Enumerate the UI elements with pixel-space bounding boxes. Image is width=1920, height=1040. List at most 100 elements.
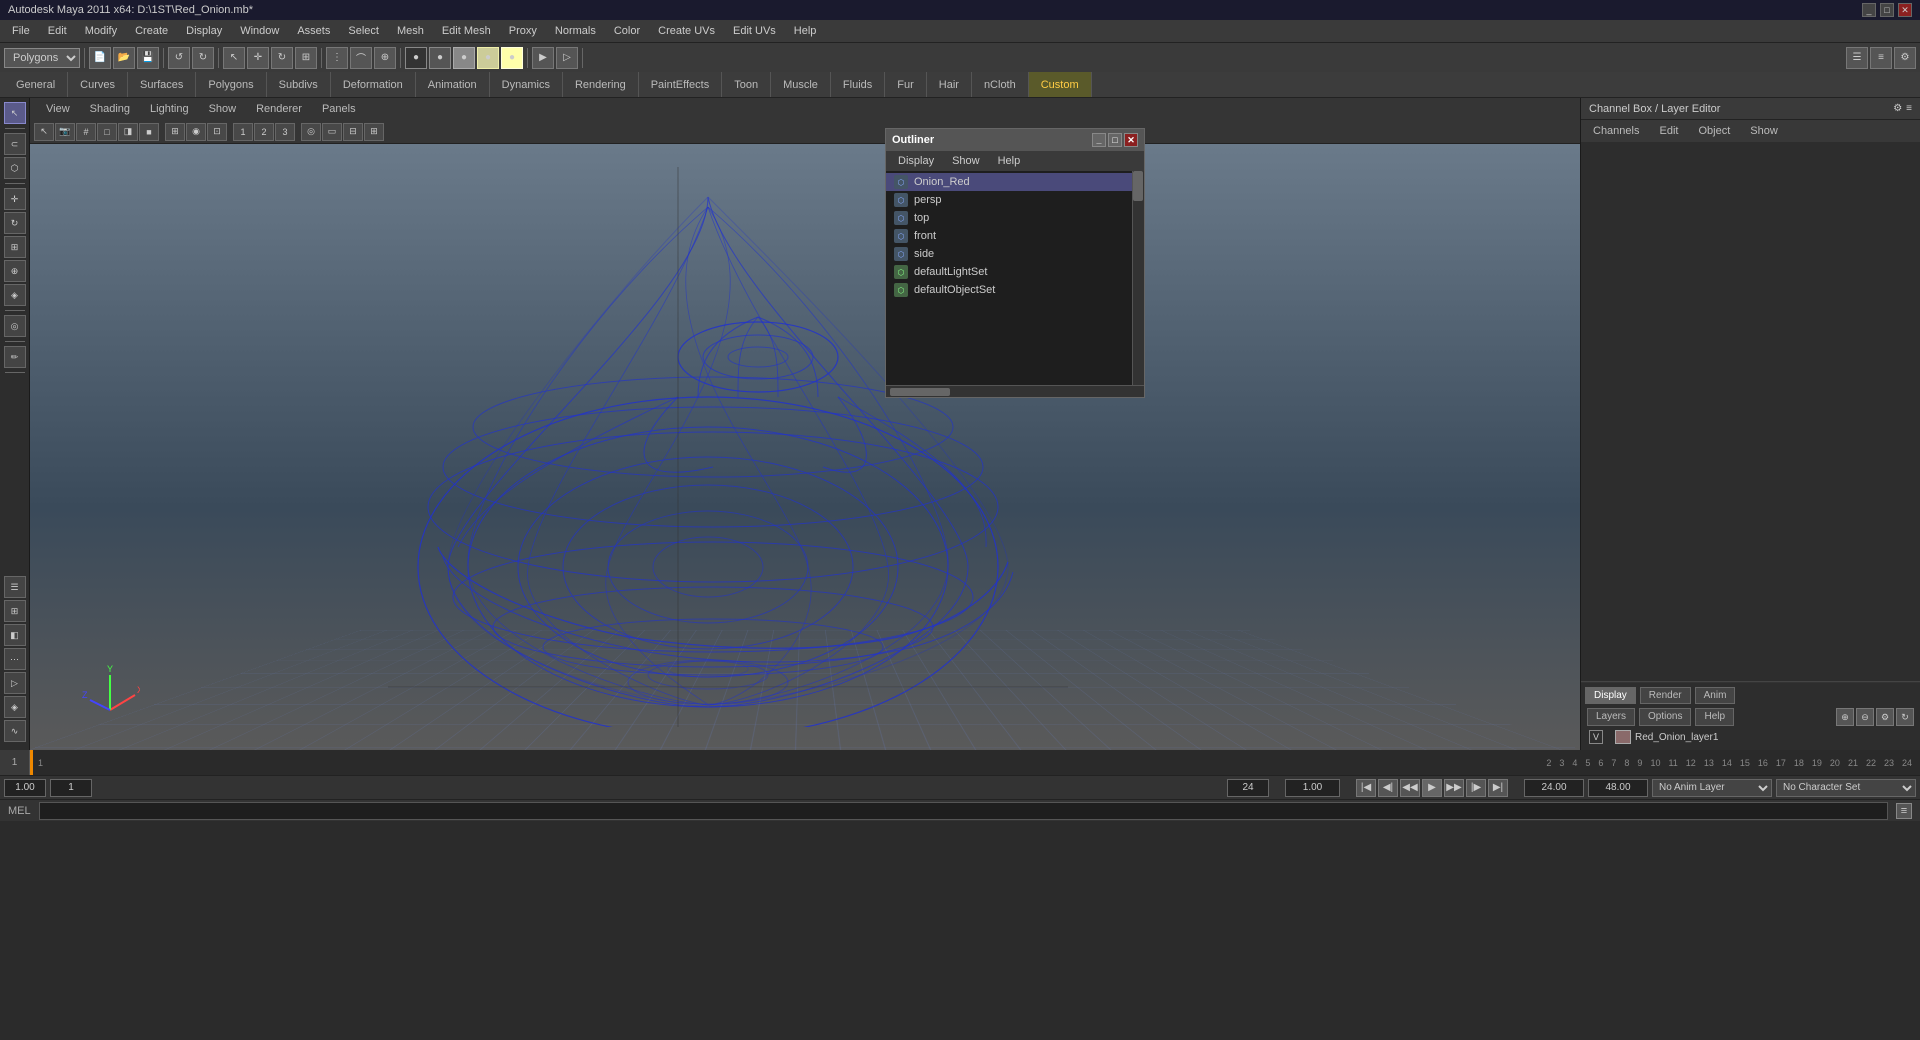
outliner-display-menu[interactable]: Display [890,154,942,168]
paint-select-btn[interactable]: ⬡ [4,157,26,179]
tab-toon[interactable]: Toon [722,72,771,97]
command-input[interactable] [39,802,1888,820]
play-back-btn[interactable]: ◀◀ [1400,779,1420,797]
menu-create-uvs[interactable]: Create UVs [650,23,723,39]
tab-hair[interactable]: Hair [927,72,972,97]
vp-flat-btn[interactable]: ⊡ [207,123,227,141]
tab-channels[interactable]: Channels [1585,123,1647,139]
scale-tool-btn[interactable]: ⊞ [4,236,26,258]
layer-refresh-btn[interactable]: ↻ [1896,708,1914,726]
tab-muscle[interactable]: Muscle [771,72,831,97]
menu-modify[interactable]: Modify [77,23,125,39]
outliner-item-onion[interactable]: ⬡ Onion_Red [886,173,1132,191]
vp-view-menu[interactable]: View [36,101,80,117]
new-layer-btn[interactable]: ⊕ [1836,708,1854,726]
vp-smooth-btn[interactable]: ◉ [186,123,206,141]
maximize-button[interactable]: □ [1880,3,1894,17]
vp-grid-btn[interactable]: # [76,123,96,141]
menu-create[interactable]: Create [127,23,176,39]
options-subtab[interactable]: Options [1639,708,1691,726]
outliner-item-top[interactable]: ⬡ top [886,209,1132,227]
channel-box-icon2[interactable]: ≡ [1906,103,1912,114]
vp-subdiv1-btn[interactable]: 1 [233,123,253,141]
tab-rendering[interactable]: Rendering [563,72,639,97]
universal-manip-btn[interactable]: ⊕ [4,260,26,282]
outliner-help-menu[interactable]: Help [990,154,1029,168]
go-start-btn[interactable]: |◀ [1356,779,1376,797]
go-end-btn[interactable]: ▶| [1488,779,1508,797]
outliner-window-controls[interactable]: _ □ ✕ [1092,133,1138,147]
snap-curve-btn[interactable]: ⌒ [350,47,372,69]
layers-subtab[interactable]: Layers [1587,708,1635,726]
light4-btn[interactable]: ● [477,47,499,69]
step-fwd-btn[interactable]: |▶ [1466,779,1486,797]
ipr-btn[interactable]: ▷ [556,47,578,69]
outliner-item-front[interactable]: ⬡ front [886,227,1132,245]
tab-dynamics[interactable]: Dynamics [490,72,563,97]
snap-settings-btn[interactable]: ⋯ [4,648,26,670]
vp-select-btn[interactable]: ↖ [34,123,54,141]
rotate-btn[interactable]: ↻ [271,47,293,69]
range-start-input[interactable] [4,779,46,797]
vp-subdiv2-btn[interactable]: 2 [254,123,274,141]
step-back-btn[interactable]: ◀| [1378,779,1398,797]
vp-field-chart-btn[interactable]: ⊞ [364,123,384,141]
minimize-button[interactable]: _ [1862,3,1876,17]
save-scene-btn[interactable]: 💾 [137,47,159,69]
title-bar-controls[interactable]: _ □ ✕ [1862,3,1912,17]
paint-btn[interactable]: ✏ [4,346,26,368]
vp-show-menu[interactable]: Show [199,101,247,117]
attr-editor-toggle[interactable]: ≡ [1870,47,1892,69]
quick-layout-btn[interactable]: ⊞ [4,600,26,622]
menu-mesh[interactable]: Mesh [389,23,432,39]
menu-select[interactable]: Select [340,23,387,39]
del-layer-btn[interactable]: ⊖ [1856,708,1874,726]
menu-color[interactable]: Color [606,23,648,39]
anim-layer-dropdown[interactable]: No Anim Layer [1652,779,1772,797]
undo-btn[interactable]: ↺ [168,47,190,69]
move-tool-btn[interactable]: ✛ [4,188,26,210]
vp-shading-menu[interactable]: Shading [80,101,140,117]
channel-box-header-icons[interactable]: ⚙ ≡ [1893,103,1912,114]
tab-fur[interactable]: Fur [885,72,927,97]
hypershade-btn[interactable]: ◈ [4,696,26,718]
script-editor-btn[interactable]: ≡ [1896,803,1912,819]
redo-btn[interactable]: ↻ [192,47,214,69]
range-end-input[interactable] [1227,779,1269,797]
soft-mod-btn[interactable]: ◈ [4,284,26,306]
tab-animation[interactable]: Animation [416,72,490,97]
outliner-minimize-btn[interactable]: _ [1092,133,1106,147]
tab-surfaces[interactable]: Surfaces [128,72,196,97]
light5-btn[interactable]: ● [501,47,523,69]
scale-btn[interactable]: ⊞ [295,47,317,69]
display-mode-btn[interactable]: ◧ [4,624,26,646]
graph-editor-btn[interactable]: ∿ [4,720,26,742]
render-view-btn[interactable]: ▷ [4,672,26,694]
menu-help[interactable]: Help [786,23,825,39]
vp-camera-btn[interactable]: 📷 [55,123,75,141]
menu-normals[interactable]: Normals [547,23,604,39]
tab-custom[interactable]: Custom [1029,72,1092,97]
tab-deformation[interactable]: Deformation [331,72,416,97]
light2-btn[interactable]: ● [429,47,451,69]
tab-ncloth[interactable]: nCloth [972,72,1029,97]
outliner-maximize-btn[interactable]: □ [1108,133,1122,147]
tab-fluids[interactable]: Fluids [831,72,885,97]
translate-btn[interactable]: ✛ [247,47,269,69]
rotate-tool-btn[interactable]: ↻ [4,212,26,234]
snap-point-btn[interactable]: ⊕ [374,47,396,69]
vp-shading1-btn[interactable]: □ [97,123,117,141]
snap-grid-btn[interactable]: ⋮ [326,47,348,69]
end-time-input[interactable] [1588,779,1648,797]
vp-renderer-menu[interactable]: Renderer [246,101,312,117]
tool-settings-toggle[interactable]: ⚙ [1894,47,1916,69]
outliner-show-menu[interactable]: Show [944,154,988,168]
menu-proxy[interactable]: Proxy [501,23,545,39]
menu-edit-mesh[interactable]: Edit Mesh [434,23,499,39]
timeline-track[interactable]: 1 2 3 4 5 6 7 8 9 10 11 12 13 14 15 16 1… [30,750,1920,775]
new-scene-btn[interactable]: 📄 [89,47,111,69]
menu-window[interactable]: Window [232,23,287,39]
open-scene-btn[interactable]: 📂 [113,47,135,69]
show-manip-btn[interactable]: ◎ [4,315,26,337]
vp-shading3-btn[interactable]: ■ [139,123,159,141]
